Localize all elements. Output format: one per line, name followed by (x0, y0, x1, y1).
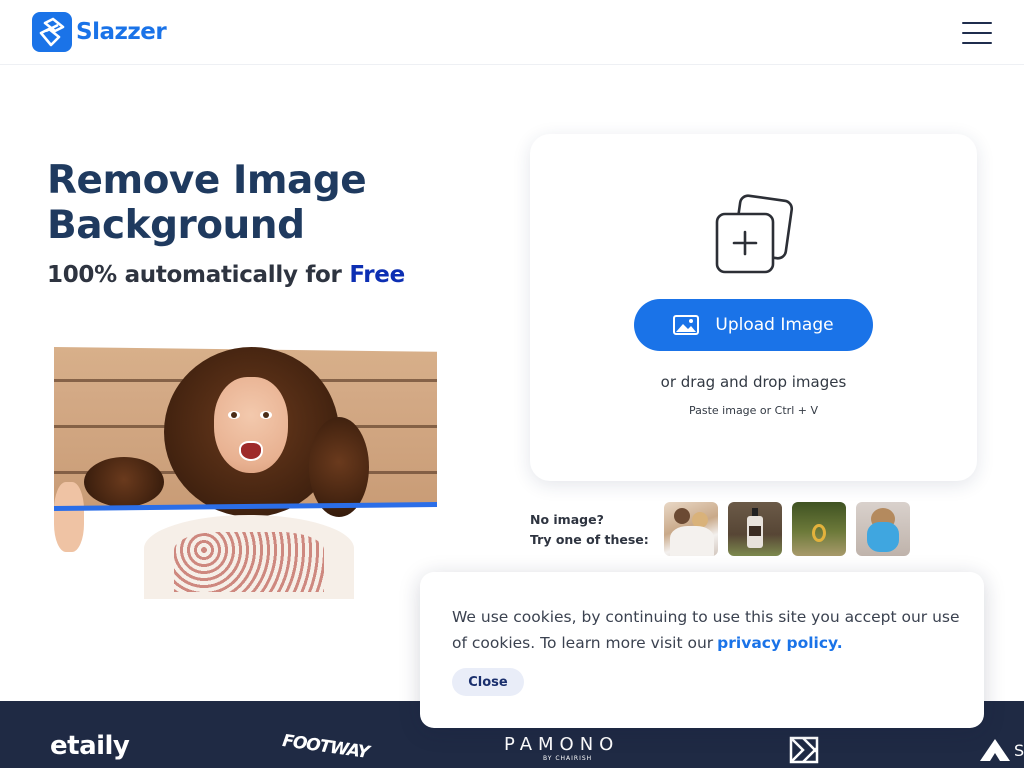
site-header: Slazzer (0, 0, 1024, 65)
sample-teddy-bear[interactable] (856, 502, 910, 556)
privacy-policy-link[interactable]: privacy policy. (717, 634, 842, 652)
logo-link[interactable]: Slazzer (32, 12, 167, 52)
samples-label-line2: Try one of these: (530, 532, 649, 547)
sample-couple[interactable] (664, 502, 718, 556)
brand-triangle-icon (980, 739, 1010, 761)
demo-person-hand (54, 482, 84, 552)
cookie-message: We use cookies, by continuing to use thi… (452, 604, 962, 656)
sample-ring[interactable] (792, 502, 846, 556)
brand-mark-icon (789, 736, 819, 764)
drag-drop-text: or drag and drop images (660, 373, 847, 391)
demo-person-face (214, 377, 288, 473)
brand-footway: FOOTWAY (281, 731, 370, 763)
upload-button-label: Upload Image (715, 315, 834, 335)
brand-pamono: PAMONO (504, 734, 620, 755)
hero-subtitle-prefix: 100% automatically for (47, 262, 350, 288)
samples-label: No image? Try one of these: (530, 510, 649, 550)
upload-image-button[interactable]: Upload Image (634, 299, 873, 351)
hamburger-menu-icon[interactable] (962, 22, 992, 44)
paste-hint-text: Paste image or Ctrl + V (688, 404, 818, 417)
cookie-message-text: We use cookies, by continuing to use thi… (452, 608, 960, 652)
hero-subtitle-free: Free (349, 262, 405, 288)
demo-image (53, 347, 439, 599)
samples-label-line1: No image? (530, 512, 604, 527)
brand-pamono-sub: BY CHAIRISH (543, 755, 593, 762)
upload-card[interactable]: Upload Image or drag and drop images Pas… (530, 134, 977, 481)
cookie-close-button[interactable]: Close (452, 668, 524, 696)
image-icon (673, 315, 700, 335)
logo-text: Slazzer (76, 19, 167, 45)
add-images-icon (715, 194, 794, 274)
hero-title: Remove Image Background (47, 158, 367, 248)
cookie-banner: We use cookies, by continuing to use thi… (420, 572, 984, 728)
brand-partial-text: S (1014, 741, 1024, 760)
brand-etaily: etaily (50, 731, 130, 761)
brand-partial: S (978, 737, 1024, 765)
sample-bottle[interactable] (728, 502, 782, 556)
slazzer-logo-icon (32, 12, 72, 52)
hero-subtitle: 100% automatically for Free (47, 262, 405, 288)
